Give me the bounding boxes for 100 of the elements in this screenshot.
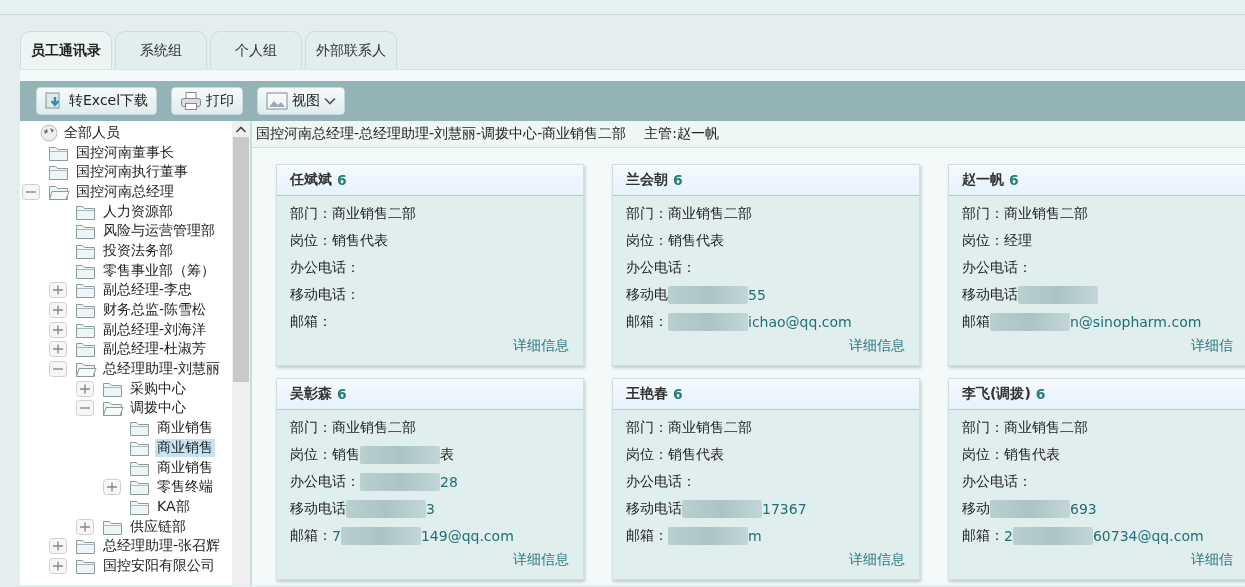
field-label: 办公电话： <box>290 472 360 491</box>
folder-icon <box>75 281 97 300</box>
field-label: 办公电话： <box>626 258 696 277</box>
tree-item[interactable]: 零售事业部（筹） <box>101 261 217 280</box>
globe-icon <box>40 123 58 142</box>
tree-item[interactable]: KA部 <box>155 497 192 516</box>
contact-name: 吴彰森 <box>290 385 332 403</box>
tree-item[interactable]: 供应链部 <box>128 517 188 536</box>
field-label: 邮箱： <box>962 526 1004 545</box>
expand-toggle-icon[interactable] <box>49 557 67 574</box>
scroll-up-icon[interactable] <box>235 125 247 135</box>
field-value: 2 <box>1004 527 1013 544</box>
field-label: 岗位：销售 <box>290 445 360 464</box>
folder-icon <box>102 399 124 418</box>
expand-toggle-icon[interactable] <box>76 518 94 535</box>
folder-icon <box>75 301 97 320</box>
tab[interactable]: 系统组 <box>115 31 207 69</box>
field-value: m <box>748 527 762 544</box>
details-link[interactable]: 详细信息 <box>849 337 905 355</box>
field-value: 28 <box>440 473 458 490</box>
field-label: 岗位：经理 <box>962 231 1032 250</box>
folder-icon <box>129 478 151 497</box>
tree-item[interactable]: 国控安阳有限公司 <box>101 556 217 575</box>
field-label: 移动电话： <box>290 285 360 304</box>
contact-count: 6 <box>337 172 347 188</box>
expand-toggle-icon[interactable] <box>76 380 94 397</box>
chevron-down-icon <box>324 97 337 105</box>
expand-toggle-icon[interactable] <box>103 479 121 496</box>
contact-name: 兰会朝 <box>626 171 668 189</box>
tree-item[interactable]: 副总经理-刘海洋 <box>101 320 209 339</box>
tab[interactable]: 员工通讯录 <box>20 31 112 69</box>
expand-toggle-icon[interactable] <box>49 341 67 358</box>
tree-item[interactable]: 国控河南董事长 <box>74 143 176 162</box>
contact-name: 王艳春 <box>626 385 668 403</box>
tree-item[interactable]: 商业销售 <box>155 438 215 457</box>
printer-icon <box>180 91 203 111</box>
field-label: 部门：商业销售二部 <box>962 418 1088 437</box>
expand-toggle-icon[interactable] <box>49 282 67 299</box>
field-value: ichao@qq.com <box>748 313 852 330</box>
expand-toggle-icon[interactable] <box>49 321 67 338</box>
scrollbar[interactable] <box>232 121 250 585</box>
details-link[interactable]: 详细信 <box>1191 551 1233 569</box>
image-icon <box>266 92 289 110</box>
field-label: 部门：商业销售二部 <box>290 418 416 437</box>
collapse-toggle-icon[interactable] <box>76 400 94 417</box>
field-label: 办公电话： <box>962 472 1032 491</box>
contact-name: 任斌斌 <box>290 171 332 189</box>
contact-count: 6 <box>337 386 347 402</box>
details-link[interactable]: 详细信息 <box>513 551 569 569</box>
field-label: 移动电话 <box>962 285 1018 304</box>
field-label: 办公电话： <box>626 472 696 491</box>
field-label: 移动电话 <box>290 499 346 518</box>
collapse-toggle-icon[interactable] <box>22 183 40 200</box>
tree-item[interactable]: 国控河南总经理 <box>74 182 176 201</box>
contact-count: 6 <box>673 172 683 188</box>
tree-item[interactable]: 采购中心 <box>128 379 188 398</box>
contact-name: 李飞(调拨) <box>962 385 1031 403</box>
tree-item[interactable]: 副总经理-李忠 <box>101 281 195 300</box>
field-label: 岗位：销售代表 <box>626 231 724 250</box>
field-value: 17367 <box>762 500 807 517</box>
tree-item[interactable]: 零售终端 <box>155 478 215 497</box>
details-link[interactable]: 详细信息 <box>513 337 569 355</box>
tree-item[interactable]: 调拨中心 <box>128 399 188 418</box>
field-value: 55 <box>748 286 766 303</box>
field-label: 表 <box>440 445 454 464</box>
tree-item[interactable]: 副总经理-杜淑芳 <box>101 340 209 359</box>
field-label: 部门：商业销售二部 <box>626 418 752 437</box>
tree-item[interactable]: 全部人员 <box>62 123 122 142</box>
expand-toggle-icon[interactable] <box>49 538 67 555</box>
tree-item[interactable]: 总经理助理-张召辉 <box>101 537 223 556</box>
field-label: 部门：商业销售二部 <box>626 204 752 223</box>
tree-item[interactable]: 风险与运营管理部 <box>101 222 217 241</box>
view-dropdown[interactable]: 视图 <box>257 87 346 115</box>
tree-item[interactable]: 商业销售 <box>155 458 215 477</box>
export-button[interactable]: 转Excel下载 <box>36 87 158 115</box>
field-value: n@sinopharm.com <box>1070 313 1202 330</box>
tree-item[interactable]: 投资法务部 <box>101 241 175 260</box>
expand-toggle-icon[interactable] <box>49 302 67 319</box>
folder-icon <box>75 340 97 359</box>
details-link[interactable]: 详细信 <box>1191 337 1233 355</box>
field-label: 邮箱： <box>290 526 332 545</box>
contact-count: 6 <box>1035 386 1046 402</box>
tree-item[interactable]: 商业销售 <box>155 419 215 438</box>
tree-item[interactable]: 人力资源部 <box>101 202 175 221</box>
tab[interactable]: 个人组 <box>210 31 302 69</box>
field-label: 邮箱： <box>626 312 668 331</box>
field-label: 移动电话 <box>626 499 682 518</box>
print-button[interactable]: 打印 <box>171 87 244 115</box>
field-label: 部门：商业销售二部 <box>290 204 416 223</box>
scrollbar-thumb[interactable] <box>233 137 249 382</box>
tree-item[interactable]: 总经理助理-刘慧丽 <box>101 360 223 379</box>
details-link[interactable]: 详细信息 <box>849 551 905 569</box>
field-value: 60734@qq.com <box>1092 527 1204 544</box>
tree-item[interactable]: 国控河南执行董事 <box>74 163 190 182</box>
collapse-toggle-icon[interactable] <box>49 361 67 378</box>
folder-icon <box>75 222 97 241</box>
contact-name: 赵一帆 <box>962 171 1004 189</box>
tab[interactable]: 外部联系人 <box>305 31 397 69</box>
tree-item[interactable]: 财务总监-陈雪松 <box>101 301 209 320</box>
folder-icon <box>129 419 151 438</box>
